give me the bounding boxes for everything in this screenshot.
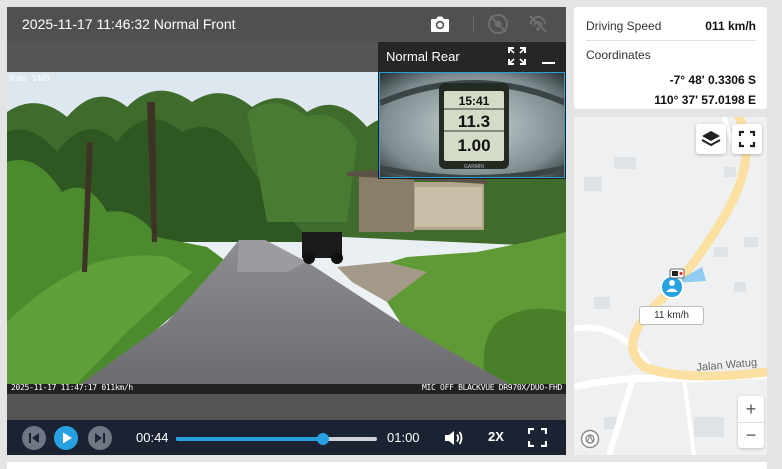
volume-icon[interactable] <box>443 428 465 448</box>
latitude-value: -7° 48' 0.3306 S <box>669 73 756 87</box>
coordinates-label: Coordinates <box>586 48 651 62</box>
fullscreen-icon <box>738 130 756 148</box>
playback-controls: 00:44 01:00 2X <box>7 420 566 455</box>
longitude-value: 110° 37' 57.0198 E <box>654 93 756 107</box>
driving-speed-value: 011 km/h <box>705 19 756 33</box>
playback-speed-button[interactable]: 2X <box>488 429 504 444</box>
layers-icon <box>701 131 721 147</box>
zoom-in-button[interactable]: + <box>738 396 764 422</box>
progress-fill <box>176 437 324 441</box>
current-time: 00:44 <box>136 430 169 445</box>
video-player: 2025-11-17 11:46:32 Normal Front Ruas 14… <box>7 7 566 455</box>
video-overlay-device: MIC OFF BLACKVUE DR970X/DUO-FHD <box>421 383 562 392</box>
gps-device-time: 15:41 <box>459 94 490 108</box>
driving-speed-label: Driving Speed <box>586 19 662 33</box>
next-button[interactable] <box>88 426 112 450</box>
rear-camera-view: 15:41 11.3 1.00 GARMIN <box>379 72 565 178</box>
expand-icon[interactable] <box>507 46 527 66</box>
play-button[interactable] <box>54 426 78 450</box>
zoom-out-button[interactable]: − <box>738 422 764 448</box>
progress-bar[interactable] <box>176 433 377 445</box>
pip-header: Normal Rear <box>378 42 566 72</box>
header-divider <box>473 15 474 33</box>
gps-device-brand: GARMIN <box>464 164 484 170</box>
vehicle-speed-bubble: 11 km/h <box>639 306 704 325</box>
trip-info-card: Driving Speed 011 km/h Coordinates -7° 4… <box>574 7 767 109</box>
map-layers-button[interactable] <box>696 124 726 154</box>
skip-previous-icon <box>29 433 39 443</box>
video-header: 2025-11-17 11:46:32 Normal Front <box>7 7 566 41</box>
dashcam-off-icon <box>488 14 508 34</box>
minimize-icon[interactable] <box>542 62 555 64</box>
fullscreen-icon[interactable] <box>528 428 547 447</box>
progress-thumb[interactable] <box>317 433 330 445</box>
skip-next-icon <box>95 433 105 443</box>
vehicle-marker[interactable] <box>660 275 684 299</box>
gps-device-value-1: 11.3 <box>458 112 490 131</box>
map-provider-logo-icon <box>580 429 600 449</box>
video-overlay-location: Ruas 1403 <box>9 74 50 83</box>
pip-title: Normal Rear <box>386 49 460 64</box>
map-view[interactable]: Jalan Watug 11 km/h + − <box>574 117 767 455</box>
video-title: 2025-11-17 11:46:32 Normal Front <box>22 16 236 32</box>
zoom-control: + − <box>738 396 764 448</box>
bottom-strip <box>7 462 767 469</box>
wireless-off-icon <box>529 15 547 33</box>
camera-icon[interactable] <box>428 12 452 36</box>
map-fullscreen-button[interactable] <box>732 124 762 154</box>
info-divider <box>586 40 756 41</box>
gps-device-value-2: 1.00 <box>457 136 490 155</box>
video-overlay-timestamp: 2025-11-17 11:47:17 011km/h <box>11 383 133 392</box>
play-icon <box>63 432 72 444</box>
rear-scene: 15:41 11.3 1.00 GARMIN <box>380 73 564 177</box>
rear-camera-pip[interactable]: Normal Rear 15:41 11.3 1.00 GARMIN <box>378 42 566 179</box>
duration: 01:00 <box>387 430 420 445</box>
previous-button[interactable] <box>22 426 46 450</box>
